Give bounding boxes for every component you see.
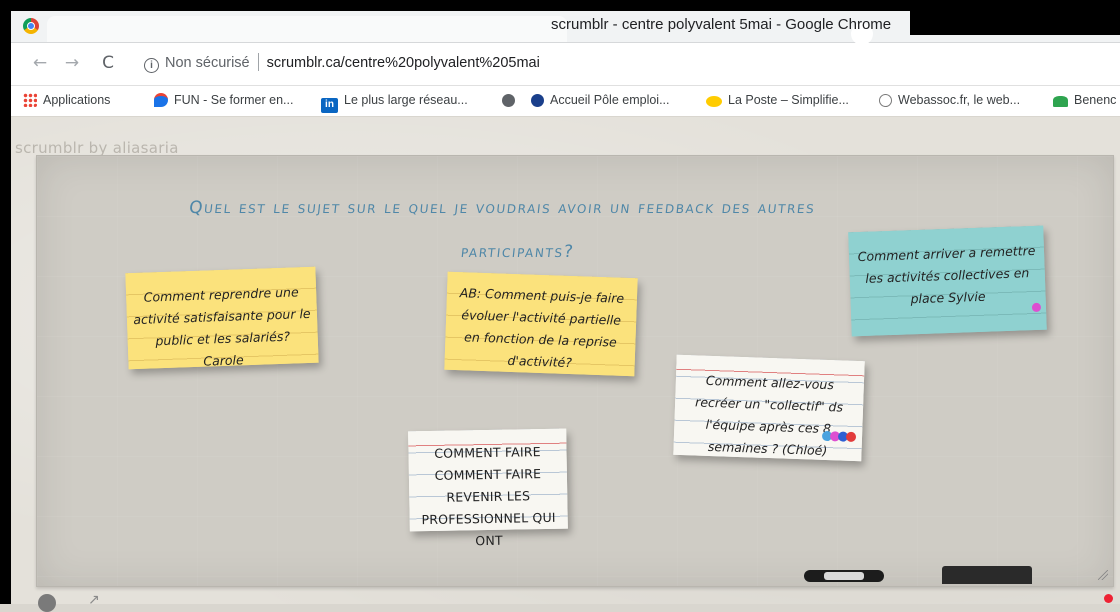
window-frame-left xyxy=(0,0,11,604)
bookmark-pole-emploi[interactable]: Accueil Pôle emploi... xyxy=(531,93,670,107)
browser-tab[interactable] xyxy=(47,16,567,42)
vote-dot[interactable] xyxy=(845,431,857,443)
bookmark-la-poste[interactable]: La Poste – Simplifie... xyxy=(706,93,849,107)
marker-tool[interactable] xyxy=(804,570,884,582)
sticky-note-text: AB: Comment puis-je faire évoluer l'acti… xyxy=(459,285,625,371)
la-poste-icon xyxy=(706,96,722,107)
bookmark-fun[interactable]: FUN - Se former en... xyxy=(154,93,293,107)
bookmark-applications[interactable]: Applications xyxy=(23,93,110,107)
back-arrow-icon[interactable]: ← xyxy=(29,52,51,74)
sticky-note[interactable]: COMMENT FAIRE COMMENT FAIRE REVENIR LES … xyxy=(408,428,568,548)
benenova-icon xyxy=(1053,96,1068,107)
sticky-note[interactable]: Comment reprendre une activité satisfais… xyxy=(125,266,319,370)
expand-arrow-icon[interactable]: ↗ xyxy=(88,592,100,608)
window-frame-top xyxy=(0,0,1120,11)
user-dot xyxy=(1104,594,1113,603)
pole-emploi-icon xyxy=(531,94,544,107)
apps-grid-icon xyxy=(23,93,37,107)
globe-icon xyxy=(502,94,515,107)
sticky-note[interactable]: Comment allez-vous recréer un "collectif… xyxy=(673,354,865,462)
bookmark-linkedin[interactable]: in Le plus large réseau... xyxy=(321,93,468,113)
security-label: Non sécurisé xyxy=(165,55,250,71)
board-title-line-1: Quel est le sujet sur le quel je voudrai… xyxy=(188,198,817,218)
navigation-bar: ← → C i Non sécurisé scrumblr.ca/centre%20… xyxy=(11,43,1120,86)
window-controls-area xyxy=(910,11,1120,35)
chrome-logo-icon xyxy=(23,18,39,34)
window-title: scrumblr - centre polyvalent 5mai - Goog… xyxy=(551,16,892,33)
vote-dots[interactable] xyxy=(821,426,857,449)
info-icon[interactable]: i xyxy=(144,58,159,73)
bookmark-benenova[interactable]: Benenc xyxy=(1053,93,1116,107)
vote-dot[interactable] xyxy=(1031,302,1042,313)
bookmarks-bar: Applications FUN - Se former en... in Le … xyxy=(11,86,1120,116)
address-separator xyxy=(257,53,259,71)
address-bar[interactable]: i Non sécurisé scrumblr.ca/centre%20polyva… xyxy=(144,53,540,73)
board-title-line-2: participants? xyxy=(459,242,576,262)
settings-icon[interactable] xyxy=(38,594,56,612)
board-resize-grip[interactable] xyxy=(1098,570,1108,580)
webassoc-icon xyxy=(879,94,892,107)
sticky-note-text: Comment arriver a remettre les activités… xyxy=(857,242,1036,307)
sticky-note-text: Comment reprendre une activité satisfais… xyxy=(133,284,311,369)
fun-icon xyxy=(154,93,168,107)
sticky-note-text: Comment allez-vous recréer un "collectif… xyxy=(694,372,844,459)
url-text[interactable]: scrumblr.ca/centre%20polyvalent%205mai xyxy=(267,55,540,71)
reload-icon[interactable]: C xyxy=(97,52,119,74)
bookmark-globe[interactable] xyxy=(502,93,521,107)
forward-arrow-icon[interactable]: → xyxy=(61,52,83,74)
title-bar: scrumblr - centre polyvalent 5mai - Goog… xyxy=(11,11,1120,45)
bookmark-webassoc[interactable]: Webassoc.fr, le web... xyxy=(879,93,1020,107)
linkedin-icon: in xyxy=(321,98,338,113)
eraser-tool[interactable] xyxy=(942,566,1032,584)
sticky-note[interactable]: Comment arriver a remettre les activités… xyxy=(848,225,1047,337)
sticky-note[interactable]: AB: Comment puis-je faire évoluer l'acti… xyxy=(444,271,638,377)
